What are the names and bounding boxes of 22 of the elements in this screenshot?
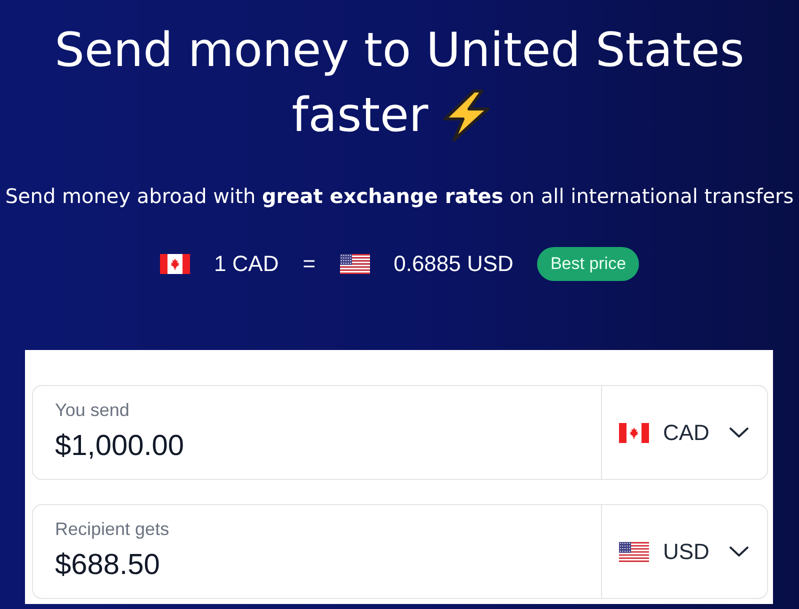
- rate-amount: 0.6885 USD: [394, 251, 514, 277]
- amount-value: $688.50: [55, 549, 160, 582]
- amount-field[interactable]: You send $1,000.00: [33, 386, 601, 479]
- currency-select[interactable]: USD: [601, 505, 767, 598]
- title-line: Send money to United States: [54, 22, 744, 80]
- field-label: Recipient gets: [55, 519, 170, 540]
- lightning-icon: [441, 89, 492, 142]
- currency-select[interactable]: CAD: [601, 386, 767, 479]
- title-line: faster: [292, 87, 428, 145]
- field-label: You send: [55, 400, 130, 421]
- amount-value: $1,000.00: [55, 430, 184, 463]
- subtitle: Send money abroad with great exchange rates on all international transfers: [5, 184, 794, 208]
- rate-amount: 1 CAD: [214, 251, 279, 277]
- chevron-down-icon: [729, 427, 750, 438]
- amount-field[interactable]: Recipient gets $688.50: [33, 505, 601, 598]
- canada-flag-icon: [160, 254, 190, 274]
- canada-flag-icon: [619, 422, 649, 442]
- chevron-down-icon: [729, 546, 750, 557]
- us-flag-icon: [619, 542, 649, 562]
- us-flag-icon: [340, 254, 370, 274]
- best-price-badge: Best price: [537, 247, 640, 281]
- equals-sign: =: [302, 251, 316, 277]
